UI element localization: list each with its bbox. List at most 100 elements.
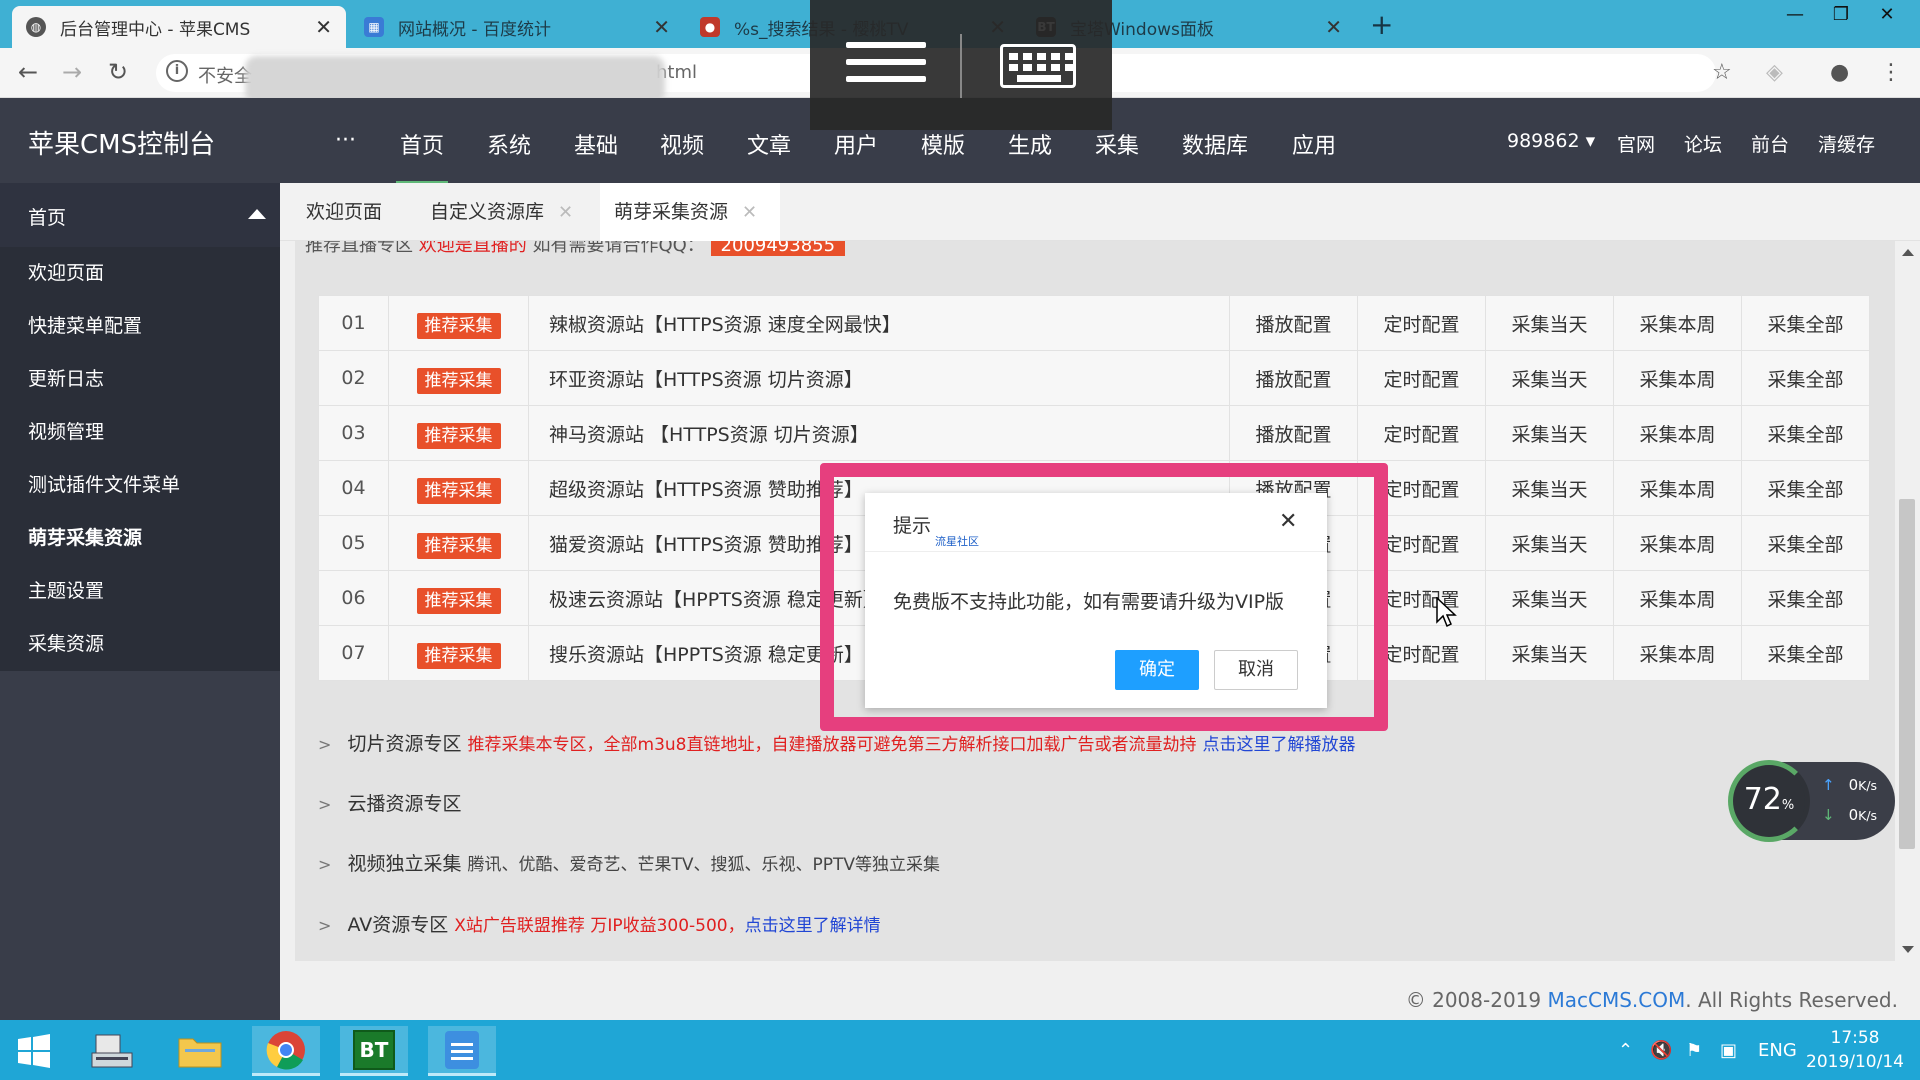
sidebar-item-quick-menu[interactable]: 快捷菜单配置 [0, 300, 280, 353]
collect-all-button[interactable]: 采集全部 [1741, 625, 1870, 681]
zone-link[interactable]: 点击这里了解详情 [745, 916, 881, 936]
link-frontend[interactable]: 前台 [1751, 130, 1789, 157]
nav-database[interactable]: 数据库 [1182, 128, 1248, 160]
bookmark-star-icon[interactable]: ☆ [1712, 60, 1732, 85]
scrollbar[interactable] [1895, 241, 1920, 961]
collect-today-button[interactable]: 采集当天 [1485, 460, 1614, 516]
link-official-site[interactable]: 官网 [1617, 130, 1655, 157]
reload-icon[interactable]: ↻ [108, 58, 128, 86]
account-icon[interactable]: ● [1830, 60, 1849, 85]
collect-all-button[interactable]: 采集全部 [1741, 515, 1870, 571]
minimize-button[interactable]: — [1772, 0, 1818, 28]
collect-week-button[interactable]: 采集本周 [1613, 570, 1742, 626]
start-button[interactable] [0, 1026, 68, 1076]
collect-today-button[interactable]: 采集当天 [1485, 350, 1614, 406]
close-tab-icon[interactable]: ✕ [653, 15, 670, 39]
zone-link[interactable]: 点击这里了解播放器 [1203, 735, 1356, 755]
collect-all-button[interactable]: 采集全部 [1741, 460, 1870, 516]
nav-basic[interactable]: 基础 [574, 128, 618, 160]
sidebar-item-theme[interactable]: 主题设置 [0, 565, 280, 618]
zone-row[interactable]: > AV资源专区 X站广告联盟推荐 万IP收益300-500，点击这里了解详情 [318, 910, 881, 937]
close-tab-icon[interactable]: ✕ [558, 202, 573, 223]
maccms-link[interactable]: MacCMS.COM [1547, 988, 1685, 1012]
collect-week-button[interactable]: 采集本周 [1613, 515, 1742, 571]
sidebar-item-collect-resources[interactable]: 采集资源 [0, 618, 280, 671]
nav-user[interactable]: 用户 [834, 128, 878, 160]
back-icon[interactable]: ← [18, 58, 38, 86]
schedule-config-button[interactable]: 定时配置 [1357, 405, 1486, 461]
zone-row[interactable]: > 视频独立采集 腾讯、优酷、爱奇艺、芒果TV、搜狐、乐视、PPTV等独立采集 [318, 849, 940, 876]
nav-template[interactable]: 模版 [921, 128, 965, 160]
tab-welcome[interactable]: 欢迎页面 [292, 183, 396, 241]
play-config-button[interactable]: 播放配置 [1229, 405, 1358, 461]
nav-generate[interactable]: 生成 [1008, 128, 1052, 160]
chrome-taskbar-button[interactable] [252, 1026, 320, 1076]
tray-expand-icon[interactable]: ⌃ [1618, 1040, 1633, 1061]
browser-tab[interactable]: ◍ 后台管理中心 - 苹果CMS ✕ [12, 6, 346, 48]
cancel-button[interactable]: 取消 [1214, 650, 1298, 690]
tab-custom-library[interactable]: 自定义资源库 ✕ [416, 183, 587, 241]
collect-week-button[interactable]: 采集本周 [1613, 625, 1742, 681]
schedule-config-button[interactable]: 定时配置 [1357, 295, 1486, 351]
clock[interactable]: 17:58 2019/10/14 [1800, 1026, 1910, 1074]
restore-button[interactable]: ❐ [1818, 0, 1864, 28]
close-tab-icon[interactable]: ✕ [742, 202, 757, 223]
user-menu[interactable]: 989862 ▾ [1507, 130, 1595, 152]
network-icon[interactable]: ▣ [1720, 1040, 1737, 1061]
close-tab-icon[interactable]: ✕ [315, 15, 332, 39]
collect-all-button[interactable]: 采集全部 [1741, 405, 1870, 461]
nav-system[interactable]: 系统 [487, 128, 531, 160]
play-config-button[interactable]: 播放配置 [1229, 350, 1358, 406]
collect-today-button[interactable]: 采集当天 [1485, 625, 1614, 681]
collect-today-button[interactable]: 采集当天 [1485, 295, 1614, 351]
zone-row[interactable]: > 切片资源专区 推荐采集本专区，全部m3u8直链地址，自建播放器可避免第三方解… [318, 729, 1356, 756]
close-window-button[interactable]: ✕ [1864, 0, 1910, 28]
more-menu-icon[interactable]: ··· [335, 128, 356, 153]
flag-icon[interactable]: ⚑ [1686, 1040, 1702, 1061]
browser-tab[interactable]: ▦ 网站概况 - 百度统计 ✕ [350, 6, 684, 48]
volume-muted-icon[interactable]: 🔇 [1650, 1040, 1672, 1061]
bt-panel-taskbar-button[interactable]: BT [340, 1026, 408, 1076]
collect-all-button[interactable]: 采集全部 [1741, 295, 1870, 351]
sidebar-header[interactable]: 首页 [0, 183, 280, 247]
close-tab-icon[interactable]: ✕ [1325, 15, 1342, 39]
link-forum[interactable]: 论坛 [1684, 130, 1722, 157]
nav-article[interactable]: 文章 [747, 128, 791, 160]
news-taskbar-button[interactable] [428, 1026, 496, 1076]
clear-cache-link[interactable]: 清缓存 [1818, 130, 1875, 157]
collect-today-button[interactable]: 采集当天 [1485, 515, 1614, 571]
collect-week-button[interactable]: 采集本周 [1613, 350, 1742, 406]
scroll-up-icon[interactable] [1902, 249, 1914, 256]
explorer-folder-icon[interactable] [166, 1026, 234, 1076]
nav-home[interactable]: 首页 [395, 128, 449, 186]
sidebar-item-welcome[interactable]: 欢迎页面 [0, 247, 280, 300]
file-manager-icon[interactable] [78, 1026, 146, 1076]
sidebar-item-test-plugin[interactable]: 测试插件文件菜单 [0, 459, 280, 512]
forward-icon[interactable]: → [62, 58, 82, 86]
collect-all-button[interactable]: 采集全部 [1741, 350, 1870, 406]
zone-row[interactable]: > 云播资源专区 [318, 789, 461, 816]
collect-week-button[interactable]: 采集本周 [1613, 405, 1742, 461]
schedule-config-button[interactable]: 定时配置 [1357, 350, 1486, 406]
nav-video[interactable]: 视频 [660, 128, 704, 160]
play-config-button[interactable]: 播放配置 [1229, 295, 1358, 351]
confirm-button[interactable]: 确定 [1115, 650, 1199, 690]
network-speed-widget[interactable]: 72% ↑ 0K/s ↓ 0K/s [1728, 760, 1895, 842]
menu-dots-icon[interactable]: ⋮ [1880, 60, 1902, 85]
hamburger-icon[interactable] [846, 42, 926, 93]
scroll-down-icon[interactable] [1902, 946, 1914, 953]
tab-mengya[interactable]: 萌芽采集资源 ✕ [600, 183, 780, 241]
collect-today-button[interactable]: 采集当天 [1485, 405, 1614, 461]
sidebar-item-changelog[interactable]: 更新日志 [0, 353, 280, 406]
collect-today-button[interactable]: 采集当天 [1485, 570, 1614, 626]
sidebar-item-mengya[interactable]: 萌芽采集资源 [0, 512, 280, 565]
close-icon[interactable]: ✕ [1279, 509, 1297, 534]
collect-week-button[interactable]: 采集本周 [1613, 460, 1742, 516]
collect-week-button[interactable]: 采集本周 [1613, 295, 1742, 351]
collect-all-button[interactable]: 采集全部 [1741, 570, 1870, 626]
new-tab-button[interactable]: + [1370, 8, 1393, 41]
nav-collect[interactable]: 采集 [1095, 128, 1139, 160]
info-icon[interactable]: i [166, 60, 188, 82]
nav-apps[interactable]: 应用 [1292, 128, 1336, 160]
extension-icon[interactable]: ◈ [1766, 60, 1783, 85]
